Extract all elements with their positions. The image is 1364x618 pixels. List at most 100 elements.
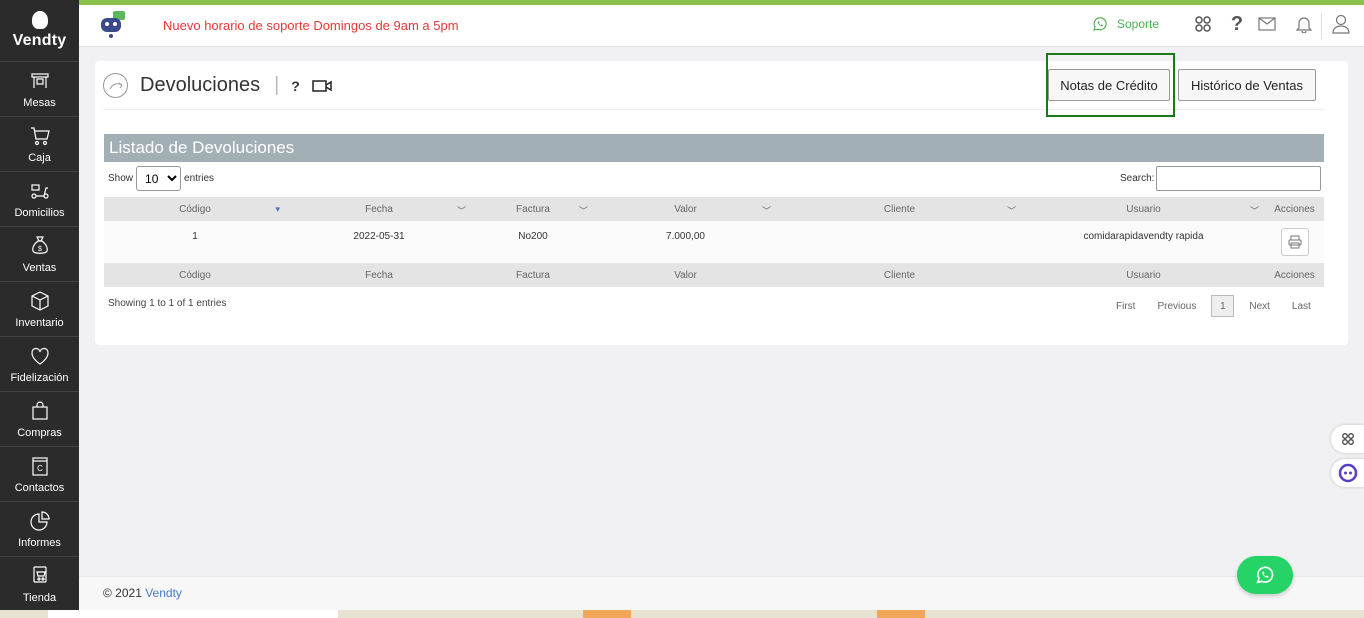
sidebar-item-tienda[interactable]: Tienda: [0, 557, 79, 612]
sidebar-item-mesas[interactable]: Mesas: [0, 62, 79, 117]
sidebar-item-informes[interactable]: Informes: [0, 502, 79, 557]
footer-valor: Valor: [594, 263, 777, 287]
sidebar-item-compras[interactable]: Compras: [0, 392, 79, 447]
support-link[interactable]: Soporte: [1091, 15, 1159, 33]
table-header-row: Código ▾ Fecha ﹀ Factura ﹀ Valor ﹀ Cliente ﹀ …: [104, 197, 1324, 221]
credit-notes-button[interactable]: Notas de Crédito: [1048, 69, 1170, 101]
page-size-control: Show 10 entries: [108, 166, 214, 191]
sidebar-item-label: Tienda: [22, 592, 57, 604]
heart-icon: [30, 347, 49, 365]
pager-first[interactable]: First: [1116, 301, 1135, 312]
returns-table: Código ▾ Fecha ﹀ Factura ﹀ Valor ﹀ Cliente ﹀ …: [104, 197, 1324, 287]
tables-icon: [30, 73, 49, 88]
page-title-row: Devoluciones | ?: [103, 73, 332, 98]
table-footer-row: Código Fecha Factura Valor Cliente Usuar…: [104, 263, 1324, 287]
strip-segment: [877, 610, 925, 618]
cell-valor: 7.000,00: [594, 221, 777, 263]
store-cart-icon: [32, 566, 47, 583]
footer-cliente: Cliente: [777, 263, 1022, 287]
sales-history-button[interactable]: Histórico de Ventas: [1178, 69, 1316, 101]
column-header-valor[interactable]: Valor ﹀: [594, 197, 777, 221]
sidebar-item-label: Caja: [28, 152, 51, 164]
strip-segment: [583, 610, 631, 618]
page-help-icon[interactable]: ?: [291, 78, 300, 94]
footer-brand-link[interactable]: Vendty: [145, 586, 182, 600]
notification-bell-icon[interactable]: [1294, 14, 1314, 34]
sort-icon: ﹀: [578, 206, 588, 216]
whatsapp-icon: [1093, 17, 1107, 31]
column-label: Fecha: [365, 203, 393, 215]
side-apps-tab[interactable]: [1331, 425, 1364, 453]
side-chat-bot-tab[interactable]: [1331, 459, 1364, 487]
cell-cliente: [777, 221, 1022, 263]
table-row: 1 2022-05-31 No200 7.000,00 comidarapida…: [104, 221, 1324, 263]
pie-chart-icon: [29, 511, 50, 531]
footer-acciones: Acciones: [1265, 263, 1324, 287]
shopping-bag-icon: [31, 401, 48, 420]
logo-mark-icon: [31, 11, 48, 29]
pager-previous[interactable]: Previous: [1157, 301, 1196, 312]
sidebar-item-label: Mesas: [23, 97, 56, 109]
sidebar-item-label: Ventas: [22, 262, 57, 274]
pager-next[interactable]: Next: [1249, 301, 1270, 312]
footer-factura: Factura: [472, 263, 594, 287]
column-header-fecha[interactable]: Fecha ﹀: [286, 197, 472, 221]
money-bag-icon: $: [31, 236, 48, 254]
column-header-usuario[interactable]: Usuario ﹀: [1022, 197, 1265, 221]
sidebar-item-domicilios[interactable]: Domicilios: [0, 172, 79, 227]
sort-icon: ﹀: [761, 206, 771, 216]
top-header: Nuevo horario de soporte Domingos de 9am…: [79, 5, 1364, 47]
whatsapp-icon: [1256, 566, 1274, 584]
video-tutorial-icon[interactable]: [312, 79, 332, 93]
column-label: Acciones: [1274, 203, 1315, 215]
announcement-text: Nuevo horario de soporte Domingos de 9am…: [163, 18, 459, 33]
sidebar-item-ventas[interactable]: $ Ventas: [0, 227, 79, 282]
sidebar-item-label: Domicilios: [14, 207, 65, 219]
column-header-codigo[interactable]: Código ▾: [104, 197, 286, 221]
column-header-factura[interactable]: Factura ﹀: [472, 197, 594, 221]
entries-label: entries: [184, 173, 215, 184]
show-label: Show: [108, 173, 134, 184]
sort-icon: ﹀: [1006, 206, 1016, 216]
sidebar-item-inventario[interactable]: Inventario: [0, 282, 79, 337]
apps-grid-icon[interactable]: [1193, 14, 1213, 34]
apps-grid-icon: [1341, 433, 1354, 445]
cell-fecha: 2022-05-31: [286, 221, 472, 263]
page-footer: © 2021 Vendty: [79, 576, 1364, 610]
support-label: Soporte: [1117, 17, 1160, 31]
mail-icon[interactable]: [1257, 14, 1277, 34]
cell-usuario: comidarapidavendty rapida: [1022, 221, 1265, 263]
footer-codigo: Código: [104, 263, 286, 287]
sort-icon: ﹀: [456, 206, 466, 216]
cell-codigo: 1: [104, 221, 286, 263]
print-button[interactable]: [1280, 228, 1309, 256]
footer-usuario: Usuario: [1022, 263, 1265, 287]
sidebar-item-label: Compras: [17, 427, 62, 439]
help-icon[interactable]: ?: [1227, 13, 1247, 35]
pager-last[interactable]: Last: [1292, 301, 1311, 312]
search-input[interactable]: [1156, 166, 1322, 191]
printer-icon: [1288, 235, 1301, 249]
sidebar: Vendty Mesas Caja Domicilios $ Ventas In…: [0, 0, 79, 618]
page-title: Devoluciones: [140, 74, 261, 96]
column-header-acciones: Acciones: [1265, 197, 1324, 221]
support-bot-icon[interactable]: [99, 11, 129, 39]
sort-asc-icon: ▾: [275, 204, 280, 214]
whatsapp-chat-button[interactable]: [1237, 556, 1293, 594]
page-size-select[interactable]: 10: [136, 166, 182, 191]
footer-fecha: Fecha: [286, 263, 472, 287]
pager-current-page[interactable]: 1: [1211, 295, 1235, 317]
strip-segment: [48, 610, 338, 618]
user-profile-icon[interactable]: [1331, 14, 1351, 34]
background-strip: [0, 610, 1364, 618]
svg-text:$: $: [38, 246, 42, 253]
sidebar-item-contactos[interactable]: C Contactos: [0, 447, 79, 502]
sidebar-item-fidelizacion[interactable]: Fidelización: [0, 337, 79, 392]
sidebar-item-caja[interactable]: Caja: [0, 117, 79, 172]
cell-acciones: [1265, 221, 1324, 263]
column-header-cliente[interactable]: Cliente ﹀: [777, 197, 1022, 221]
scooter-icon: [30, 184, 49, 199]
footer-copyright: © 2021: [103, 586, 146, 600]
vendty-logo[interactable]: Vendty: [0, 0, 79, 62]
sort-icon: ﹀: [1249, 206, 1259, 216]
